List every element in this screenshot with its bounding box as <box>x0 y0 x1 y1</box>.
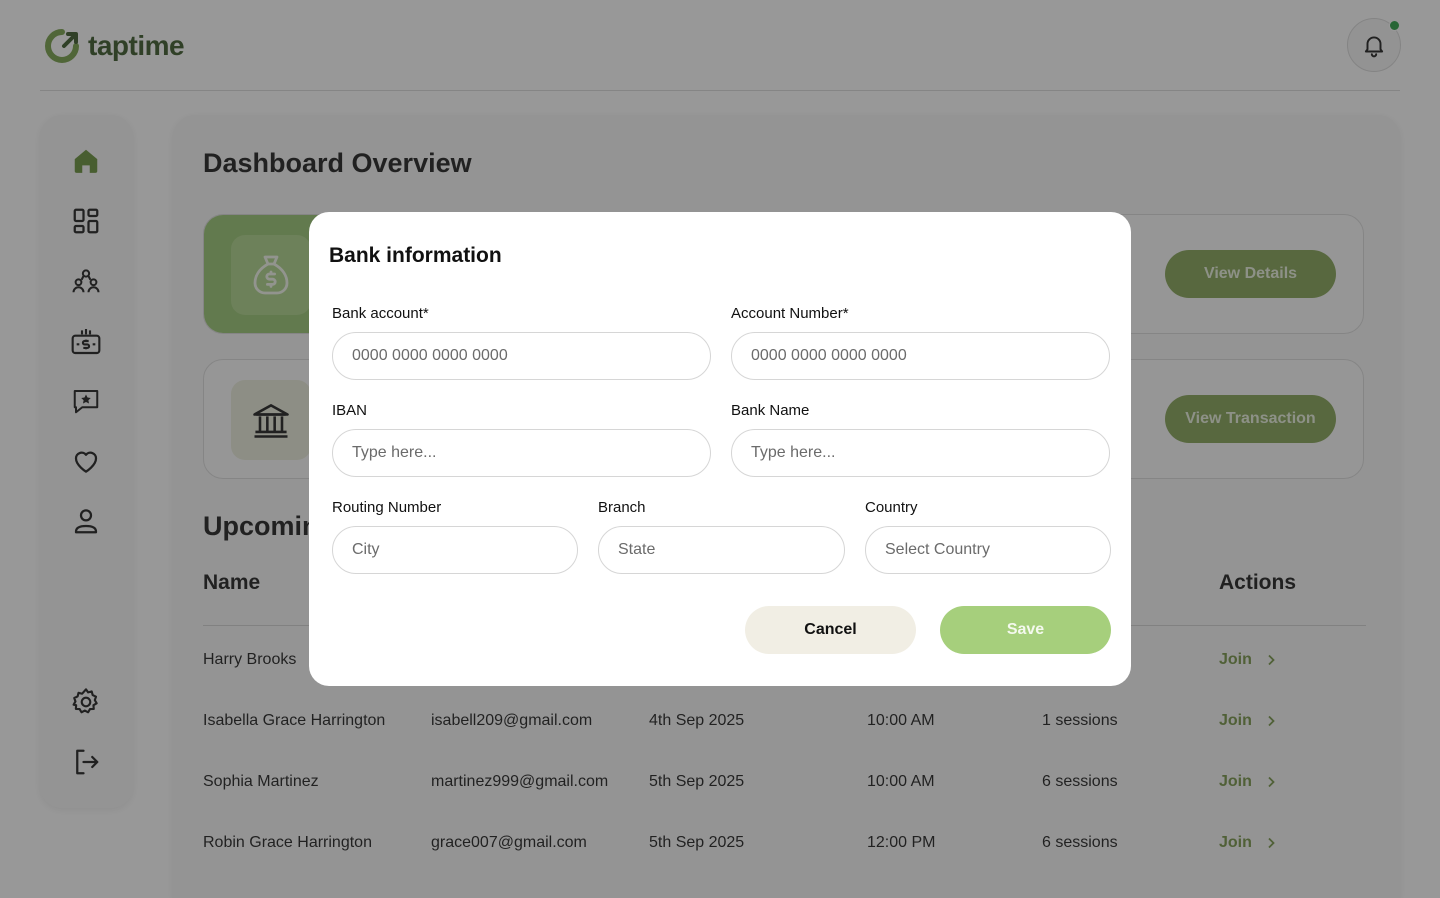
account-number-label: Account Number* <box>731 305 849 322</box>
bank-information-modal: Bank information Bank account* Account N… <box>309 212 1131 686</box>
bank-account-label: Bank account* <box>332 305 429 322</box>
cancel-button[interactable]: Cancel <box>745 606 916 654</box>
routing-number-input[interactable] <box>332 526 578 574</box>
branch-input[interactable] <box>598 526 845 574</box>
iban-label: IBAN <box>332 402 368 419</box>
routing-number-label: Routing Number <box>332 499 442 516</box>
modal-title: Bank information <box>329 244 502 267</box>
country-select[interactable] <box>865 526 1111 574</box>
bank-name-label: Bank Name <box>731 402 810 419</box>
bank-name-input[interactable] <box>731 429 1110 477</box>
iban-input[interactable] <box>332 429 711 477</box>
bank-account-input[interactable] <box>332 332 711 380</box>
account-number-input[interactable] <box>731 332 1110 380</box>
branch-label: Branch <box>598 499 646 516</box>
save-button[interactable]: Save <box>940 606 1111 654</box>
country-label: Country <box>865 499 918 516</box>
